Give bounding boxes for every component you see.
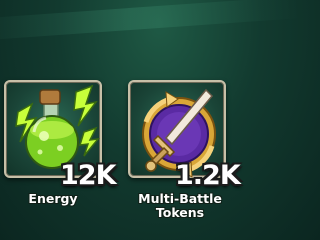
multi-battle-tokens-label: Multi-Battle Tokens bbox=[124, 192, 236, 220]
energy-amount: 12K bbox=[60, 160, 116, 191]
multi-battle-tokens-amount: 1.2K bbox=[175, 160, 241, 191]
multi-battle-tokens-label-line-1: Multi-Battle bbox=[138, 191, 222, 206]
energy-label: Energy bbox=[28, 191, 78, 206]
background-glow bbox=[0, 0, 301, 42]
multi-battle-tokens-label-line-2: Tokens bbox=[155, 205, 205, 220]
